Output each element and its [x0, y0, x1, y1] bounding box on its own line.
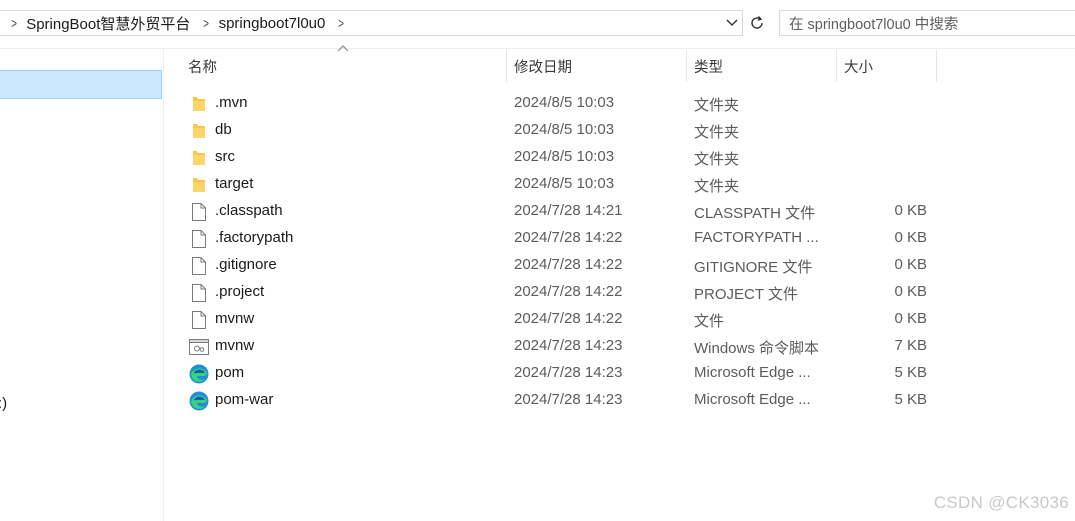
file-icon: [189, 202, 209, 222]
column-header-type-label: 类型: [694, 60, 723, 76]
address-bar[interactable]: > SpringBoot智慧外贸平台 > springboot7l0u0 >: [0, 10, 743, 36]
file-type: FACTORYPATH ...: [694, 229, 819, 246]
file-name: mvnw: [215, 310, 255, 327]
file-name: db: [215, 121, 232, 138]
folder-icon: [189, 175, 209, 195]
file-row[interactable]: .factorypath 2024/7/28 14:22 FACTORYPATH…: [165, 225, 945, 252]
file-size: 5 KB: [894, 364, 927, 381]
file-icon: [189, 310, 209, 330]
file-modified: 2024/7/28 14:23: [514, 364, 623, 381]
file-row[interactable]: mvnw 2024/7/28 14:23 Windows 命令脚本 7 KB: [165, 333, 945, 360]
file-icon: [189, 283, 209, 303]
file-icon: [189, 256, 209, 276]
file-size: 5 KB: [894, 391, 927, 408]
file-modified: 2024/7/28 14:22: [514, 310, 623, 327]
file-name: mvnw: [215, 337, 255, 354]
file-modified: 2024/7/28 14:23: [514, 391, 623, 408]
file-size: 0 KB: [894, 229, 927, 246]
column-header-size-label: 大小: [844, 60, 873, 76]
file-row[interactable]: target 2024/8/5 10:03 文件夹: [165, 171, 945, 198]
nav-drive-item[interactable]: :): [0, 395, 7, 412]
edge-icon: [189, 364, 209, 384]
chevron-right-icon[interactable]: >: [11, 15, 17, 31]
refresh-icon: [751, 16, 763, 29]
column-header-name-label: 名称: [188, 60, 217, 76]
search-placeholder: 在 springboot7l0u0 中搜索: [789, 16, 959, 33]
file-size: 0 KB: [894, 202, 927, 219]
file-type: CLASSPATH 文件: [694, 205, 816, 222]
file-row[interactable]: pom-war 2024/7/28 14:23 Microsoft Edge .…: [165, 387, 945, 414]
file-modified: 2024/8/5 10:03: [514, 121, 615, 138]
navigation-pane[interactable]: :): [0, 49, 164, 521]
column-header-name[interactable]: 名称: [188, 50, 506, 83]
file-size: 0 KB: [894, 256, 927, 273]
column-header-size[interactable]: 大小: [844, 50, 936, 83]
folder-icon: [189, 121, 209, 141]
file-name: target: [215, 175, 254, 192]
column-divider[interactable]: [836, 50, 837, 82]
chevron-right-icon[interactable]: >: [339, 15, 345, 31]
refresh-button[interactable]: [746, 10, 768, 36]
column-divider[interactable]: [506, 50, 507, 82]
file-row[interactable]: .classpath 2024/7/28 14:21 CLASSPATH 文件 …: [165, 198, 945, 225]
file-name: .mvn: [215, 94, 248, 111]
file-name: pom: [215, 364, 245, 381]
file-row[interactable]: db 2024/8/5 10:03 文件夹: [165, 117, 945, 144]
file-type: Microsoft Edge ...: [694, 364, 811, 381]
watermark: CSDN @CK3036: [933, 493, 1069, 512]
file-name: pom-war: [215, 391, 274, 408]
column-header-modified[interactable]: 修改日期: [514, 50, 686, 83]
file-type: 文件夹: [694, 97, 740, 114]
breadcrumb-item-folder[interactable]: springboot7l0u0: [219, 15, 326, 32]
address-toolbar: > SpringBoot智慧外贸平台 > springboot7l0u0 > 在…: [0, 0, 1075, 48]
file-row[interactable]: src 2024/8/5 10:03 文件夹: [165, 144, 945, 171]
file-modified: 2024/8/5 10:03: [514, 148, 615, 165]
chevron-right-icon[interactable]: >: [204, 15, 210, 31]
file-modified: 2024/7/28 14:22: [514, 283, 623, 300]
file-type: PROJECT 文件: [694, 286, 798, 303]
file-name: .project: [215, 283, 265, 300]
file-name: .classpath: [215, 202, 283, 219]
chevron-down-icon[interactable]: [724, 15, 740, 31]
file-modified: 2024/8/5 10:03: [514, 94, 615, 111]
file-type: 文件夹: [694, 178, 740, 195]
column-divider[interactable]: [936, 50, 937, 82]
file-modified: 2024/7/28 14:22: [514, 256, 623, 273]
search-input[interactable]: 在 springboot7l0u0 中搜索: [779, 10, 1075, 36]
file-modified: 2024/7/28 14:22: [514, 229, 623, 246]
file-modified: 2024/7/28 14:21: [514, 202, 623, 219]
file-type: 文件夹: [694, 151, 740, 168]
file-row[interactable]: .gitignore 2024/7/28 14:22 GITIGNORE 文件 …: [165, 252, 945, 279]
file-name: .factorypath: [215, 229, 294, 246]
file-row[interactable]: .mvn 2024/8/5 10:03 文件夹: [165, 90, 945, 117]
column-header-modified-label: 修改日期: [514, 60, 572, 76]
file-type: GITIGNORE 文件: [694, 259, 813, 276]
folder-icon: [189, 94, 209, 114]
file-modified: 2024/7/28 14:23: [514, 337, 623, 354]
folder-icon: [189, 148, 209, 168]
script-file-icon: [189, 337, 209, 357]
column-divider[interactable]: [686, 50, 687, 82]
file-type: 文件夹: [694, 124, 740, 141]
nav-selected-item[interactable]: [0, 70, 162, 99]
file-name: src: [215, 148, 235, 165]
column-header-type[interactable]: 类型: [694, 50, 836, 83]
file-row[interactable]: pom 2024/7/28 14:23 Microsoft Edge ... 5…: [165, 360, 945, 387]
file-icon: [189, 229, 209, 249]
file-size: 0 KB: [894, 310, 927, 327]
file-size: 0 KB: [894, 283, 927, 300]
file-row[interactable]: .project 2024/7/28 14:22 PROJECT 文件 0 KB: [165, 279, 945, 306]
file-type: 文件: [694, 313, 725, 330]
file-row[interactable]: mvnw 2024/7/28 14:22 文件 0 KB: [165, 306, 945, 333]
file-type: Windows 命令脚本: [694, 340, 820, 357]
breadcrumb-item-project[interactable]: SpringBoot智慧外贸平台: [26, 13, 190, 34]
file-type: Microsoft Edge ...: [694, 391, 811, 408]
file-size: 7 KB: [894, 337, 927, 354]
edge-icon: [189, 391, 209, 411]
file-name: .gitignore: [215, 256, 277, 273]
file-modified: 2024/8/5 10:03: [514, 175, 615, 192]
